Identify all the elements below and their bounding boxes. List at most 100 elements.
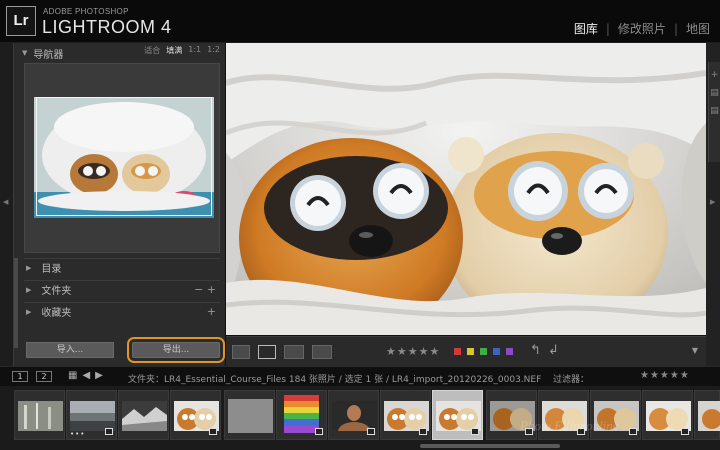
filter-label: 过滤器：	[553, 375, 590, 385]
filmstrip-thumb[interactable]	[380, 390, 431, 440]
source-folder[interactable]: 文件夹：LR4_Essential_Course_Files	[128, 375, 286, 385]
metadata-badge-icon[interactable]	[367, 428, 375, 435]
filmstrip-header: 1 2 ▦◀▶ 文件夹：LR4_Essential_Course_Files 1…	[0, 366, 720, 386]
module-separator: |	[673, 21, 678, 36]
left-panel: ▼ 导航器 适合 填满 1:1 1:2 ▶ 目录 ▶ 文件夹 − + ▶ 收藏夹…	[13, 43, 225, 366]
left-panel-toggle-strip[interactable]: ◀	[0, 43, 13, 366]
folders-label: 文件夹	[41, 286, 72, 297]
filmstrip-thumb[interactable]	[170, 390, 221, 440]
grid-view-icon[interactable]	[232, 345, 250, 359]
color-label-yellow[interactable]	[467, 348, 474, 355]
filmstrip-source-info: 文件夹：LR4_Essential_Course_Files 184 张照片 /…	[128, 372, 541, 385]
folders-section[interactable]: ▶ 文件夹 − +	[24, 280, 220, 298]
metadata-badge-icon[interactable]	[629, 428, 637, 435]
watermark: Photo.Ellinnonline	[520, 418, 619, 433]
thumb-image	[70, 401, 115, 431]
folders-add-remove[interactable]: − +	[194, 283, 216, 296]
thumb-image	[122, 401, 167, 431]
filmstrip-thumb[interactable]	[118, 390, 169, 440]
module-separator: |	[605, 21, 610, 36]
zoom-1-2[interactable]: 1:2	[207, 45, 220, 56]
collections-section[interactable]: ▶ 收藏夹 +	[24, 302, 220, 320]
collections-label: 收藏夹	[41, 308, 72, 319]
filmstrip-thumb[interactable]	[694, 390, 720, 440]
panel-icon[interactable]: ▤	[709, 106, 720, 116]
photo-count: 184 张照片 / 选定 1 张 / LR4_import_20120226_0…	[288, 375, 542, 385]
filmstrip-thumb[interactable]	[14, 390, 65, 440]
filmstrip-thumb[interactable]	[642, 390, 693, 440]
loupe-view-icon[interactable]	[258, 345, 276, 359]
zoom-fill[interactable]: 填满	[166, 45, 182, 56]
navigator-title: 导航器	[33, 49, 64, 61]
survey-view-icon[interactable]	[312, 345, 332, 359]
zoom-fit[interactable]: 适合	[144, 45, 160, 56]
catalog-section[interactable]: ▶ 目录	[24, 258, 220, 276]
navigator-preview-area	[24, 63, 220, 253]
filter-rating-stars[interactable]: ★★★★★	[640, 370, 690, 381]
expand-triangle-icon: ▶	[26, 307, 32, 316]
thumb-image	[228, 399, 273, 433]
plus-icon[interactable]: +	[709, 70, 720, 80]
color-label-green[interactable]	[480, 348, 487, 355]
color-label-red[interactable]	[454, 348, 461, 355]
loupe-image[interactable]	[226, 43, 706, 335]
thumb-image	[698, 401, 720, 431]
metadata-badge-icon[interactable]	[681, 428, 689, 435]
color-label-blue[interactable]	[493, 348, 500, 355]
module-picker: 图库 | 修改照片 | 地图	[574, 20, 710, 37]
filmstrip-thumb[interactable]	[224, 390, 275, 440]
module-develop[interactable]: 修改照片	[618, 20, 666, 37]
export-button[interactable]: 导出...	[127, 337, 225, 363]
toolbar: ★★★★★ ↰ ↲ ▼	[226, 336, 706, 366]
thumb-image	[646, 401, 691, 431]
collapse-left-arrow-icon[interactable]: ◀	[3, 198, 8, 206]
filmstrip-scrollbar[interactable]	[420, 444, 560, 448]
metadata-badge-icon[interactable]	[471, 428, 479, 435]
rotate-right-icon[interactable]: ↲	[548, 343, 559, 358]
module-library[interactable]: 图库	[574, 20, 598, 37]
rotate-left-icon[interactable]: ↰	[530, 343, 541, 358]
brand-product: LIGHTROOM 4	[42, 17, 172, 37]
import-button[interactable]: 导入...	[26, 342, 114, 358]
expand-triangle-icon: ▶	[26, 285, 32, 294]
module-map[interactable]: 地图	[686, 20, 710, 37]
filmstrip-thumb-selected[interactable]	[432, 390, 483, 440]
collections-add[interactable]: +	[207, 305, 216, 318]
import-export-bar: 导入... 导出...	[24, 337, 229, 363]
toolbar-options-icon[interactable]: ▼	[692, 346, 698, 355]
thumb-image	[174, 401, 219, 431]
filmstrip-nav-icons[interactable]: ▦◀▶	[68, 370, 108, 381]
window-1-button[interactable]: 1	[12, 371, 28, 382]
lightroom-logo: Lr	[6, 6, 36, 36]
right-panel-collapsed-tabs: + ▤ ▤	[708, 62, 720, 162]
compare-view-icon[interactable]	[284, 345, 304, 359]
collapse-triangle-icon: ▼	[22, 49, 28, 57]
collapse-right-arrow-icon[interactable]: ▶	[710, 198, 715, 206]
rating-stars[interactable]: ★★★★★	[386, 345, 440, 358]
metadata-badge-icon[interactable]	[419, 428, 427, 435]
navigator-viewport-frame[interactable]	[36, 97, 212, 216]
thumb-image	[436, 401, 481, 431]
navigator-header[interactable]: ▼ 导航器 适合 填满 1:1 1:2	[22, 45, 222, 61]
expand-triangle-icon: ▶	[26, 263, 32, 272]
filmstrip-thumb[interactable]: •••	[66, 390, 117, 440]
zoom-1-1[interactable]: 1:1	[188, 45, 201, 56]
thumb-image	[18, 401, 63, 431]
navigator-zoom-options: 适合 填满 1:1 1:2	[144, 45, 220, 56]
panel-icon[interactable]: ▤	[709, 88, 720, 98]
metadata-badge-icon[interactable]	[209, 428, 217, 435]
identity-bar: Lr ADOBE PHOTOSHOP LIGHTROOM 4 图库 | 修改照片…	[0, 0, 720, 43]
filmstrip-thumb[interactable]	[276, 390, 327, 440]
catalog-label: 目录	[41, 264, 62, 275]
brand-vendor: ADOBE PHOTOSHOP	[43, 7, 129, 16]
thumb-image	[332, 401, 377, 431]
metadata-badge-icon[interactable]	[105, 428, 113, 435]
navigator-preview-image[interactable]	[34, 97, 214, 218]
left-panel-scrollbar[interactable]	[14, 258, 18, 348]
filmstrip-thumb[interactable]	[328, 390, 379, 440]
metadata-badge-icon[interactable]	[315, 428, 323, 435]
thumb-rating-dots: •••	[70, 430, 86, 438]
color-label-purple[interactable]	[506, 348, 513, 355]
window-2-button[interactable]: 2	[36, 371, 52, 382]
lightroom-window: Lr ADOBE PHOTOSHOP LIGHTROOM 4 图库 | 修改照片…	[0, 0, 720, 450]
